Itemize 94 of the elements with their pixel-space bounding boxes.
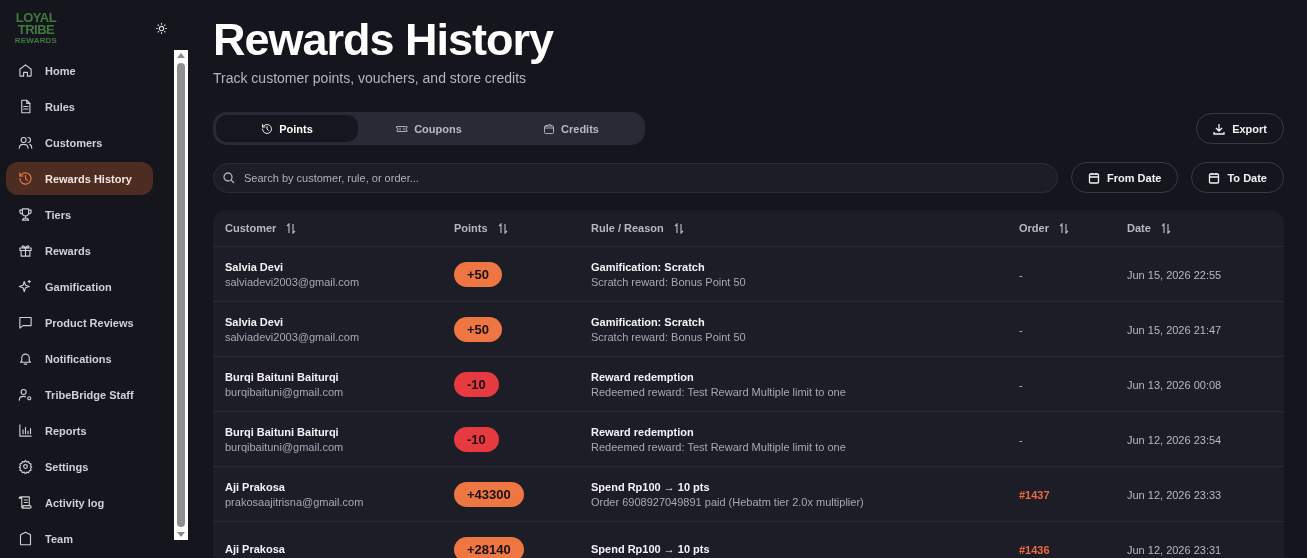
customer-name: Salvia Devi [225,315,285,328]
order-link[interactable]: #1436 [1019,544,1050,556]
sun-icon[interactable] [155,21,168,35]
points-pill: -10 [454,371,499,397]
tab[interactable]: Credits [500,115,642,142]
scroll-icon [18,495,33,510]
sidebar-item[interactable]: Reports [6,414,153,447]
sidebar-item[interactable]: Rules [6,90,153,123]
rule-reason: Redeemed reward: Test Reward Multiple limit to one [591,385,847,398]
sidebar-item[interactable]: Rewards [6,234,153,267]
sort-icon[interactable] [1058,222,1069,234]
column-header[interactable]: Order [1019,222,1049,234]
sort-icon[interactable] [1160,222,1171,234]
points-pill: -10 [454,426,499,452]
customer-email: salviadevi2003@gmail.com [225,275,361,288]
sidebar-item[interactable]: Tiers [6,198,153,231]
calendar-icon [1208,171,1221,184]
customer-name: Salvia Devi [225,260,285,273]
customer-name: Aji Prakosa [225,543,286,555]
user-gear-icon [18,387,33,402]
calendar-icon [1088,171,1101,184]
tab[interactable]: Points [216,115,358,142]
chat-bubble-icon [18,315,33,330]
date-cell: Jun 15, 2026 22:55 [1127,269,1222,281]
date-cell: Jun 12, 2026 23:31 [1127,544,1222,556]
sidebar-item[interactable]: Settings [6,450,153,483]
sidebar-item[interactable]: Notifications [6,342,153,375]
order-link[interactable]: #1437 [1019,489,1050,501]
rule-reason: Scratch reward: Bonus Point 50 [591,275,747,288]
column-header[interactable]: Rule / Reason [591,222,664,234]
customer-name: Aji Prakosa [225,480,286,493]
customer-email: burqibaituni@gmail.com [225,385,345,398]
shield-icon [18,531,33,546]
points-pill: +50 [454,316,503,342]
page-title: Rewards History [213,13,555,67]
sidebar-item[interactable]: Rewards History [6,162,153,195]
document-icon [18,99,33,114]
date-cell: Jun 12, 2026 23:54 [1127,434,1222,446]
rule-title: Spend Rp100 → 10 pts [591,480,711,493]
sidebar-item[interactable]: Activity log [6,486,153,519]
bell-icon [18,351,33,366]
home-icon [18,63,33,78]
customer-name: Burqi Baituni Baiturqi [225,370,340,383]
column-header[interactable]: Customer [225,222,277,234]
rule-title: Spend Rp100 → 10 pts [591,543,711,555]
rule-title: Reward redemption [591,425,695,438]
trophy-icon [18,207,33,222]
points-pill: +50 [454,261,503,287]
date-cell: Jun 13, 2026 00:08 [1127,379,1222,391]
sparkle-icon [18,279,33,294]
sidebar-item[interactable]: Customers [6,126,153,159]
sidebar-item[interactable]: Product Reviews [6,306,153,339]
sidebar-item[interactable]: TribeBridge Staff [6,378,153,411]
scrollbar[interactable] [174,50,188,540]
rule-reason: Order 6908927049891 paid (Hebatm tier 2.0x multiplier) [591,495,865,508]
sidebar-item[interactable]: Team [6,522,153,555]
gift-icon [18,243,33,258]
tab[interactable]: Coupons [358,115,500,142]
settings-icon [18,459,33,474]
rule-title: Reward redemption [591,370,695,383]
customer-email: salviadevi2003@gmail.com [225,330,361,343]
order-cell: - [1019,379,1023,391]
points-pill: +43300 [454,481,524,507]
customer-name: Burqi Baituni Baiturqi [225,425,340,438]
sort-icon[interactable] [673,222,684,234]
order-cell: - [1019,434,1023,446]
rule-title: Gamification: Scratch [591,260,706,273]
search-field[interactable]: Search by customer, rule, or order... [213,162,1059,193]
sidebar-item[interactable]: Gamification [6,270,153,303]
order-cell: - [1019,269,1023,281]
date-cell: Jun 15, 2026 21:47 [1127,324,1222,336]
bar-chart-icon [18,423,33,438]
order-cell: - [1019,324,1023,336]
rule-reason: Redeemed reward: Test Reward Multiple limit to one [591,440,847,453]
date-cell: Jun 12, 2026 23:33 [1127,489,1222,501]
logo[interactable]: LOYAL TRIBE REWARDS [13,11,59,45]
customer-email: burqibaituni@gmail.com [225,440,345,453]
users-icon [18,135,33,150]
rule-reason: Scratch reward: Bonus Point 50 [591,330,747,343]
download-icon [1213,122,1226,135]
scroll-up-icon[interactable] [177,53,185,58]
sort-icon[interactable] [497,222,508,234]
column-header[interactable]: Points [454,222,488,234]
sidebar-item[interactable]: Home [6,54,153,87]
sort-icon[interactable] [286,222,297,234]
scroll-down-icon[interactable] [177,532,185,537]
page-subtitle: Track customer points, vouchers, and store credits [213,70,528,86]
history-icon [261,122,274,135]
column-header[interactable]: Date [1127,222,1151,234]
history-icon [18,171,33,186]
points-pill: +28140 [454,536,524,558]
customer-email: prakosaajitrisna@gmail.com [225,495,365,508]
rule-title: Gamification: Scratch [591,315,706,328]
wallet-icon [543,122,556,135]
